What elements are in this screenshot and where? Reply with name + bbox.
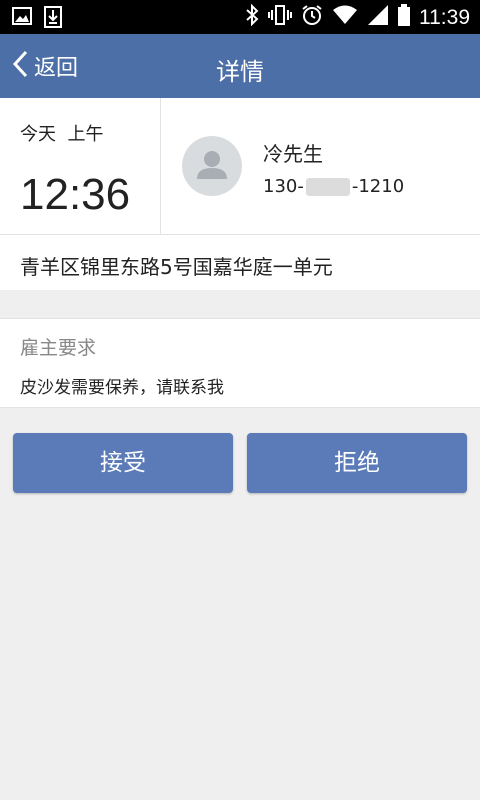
battery-icon	[398, 4, 410, 31]
reject-button[interactable]: 拒绝	[247, 433, 467, 493]
accept-button[interactable]: 接受	[13, 433, 233, 493]
signal-icon	[367, 4, 389, 31]
download-icon	[44, 6, 62, 33]
image-icon	[12, 6, 32, 33]
vibrate-icon	[268, 4, 292, 31]
status-bar: 11:39	[0, 0, 480, 34]
day-label: 今天 上午	[20, 124, 104, 145]
bluetooth-icon	[245, 3, 259, 31]
page-title: 详情	[216, 58, 264, 86]
status-time: 11:39	[419, 5, 470, 29]
wifi-icon	[332, 4, 358, 31]
address: 青羊区锦里东路5号国嘉华庭一单元	[20, 255, 333, 279]
phone-redaction	[305, 177, 350, 196]
phone-prefix: 130-	[263, 176, 304, 197]
status-bar-left	[12, 6, 62, 33]
status-bar-right: 11:39	[245, 3, 470, 31]
alarm-icon	[301, 4, 323, 31]
person-icon	[197, 151, 227, 179]
avatar	[182, 136, 242, 196]
customer-name: 冷先生	[263, 142, 323, 166]
phone-suffix: -1210	[351, 176, 405, 197]
requirement-card: 雇主要求 皮沙发需要保养，请联系我	[0, 318, 480, 408]
time-section: 今天 上午 12:36	[0, 98, 161, 234]
requirement-label: 雇主要求	[20, 337, 97, 359]
appointment-time: 12:36	[20, 170, 131, 219]
address-row: 青羊区锦里东路5号国嘉华庭一单元	[0, 234, 480, 291]
order-info-card: 今天 上午 12:36 冷先生 130- -1210 青羊区锦里东路5号国嘉华庭…	[0, 98, 480, 290]
app-header: 返回 详情	[0, 34, 480, 98]
customer-phone[interactable]: 130- -1210	[263, 176, 404, 197]
requirement-text: 皮沙发需要保养，请联系我	[20, 378, 224, 398]
